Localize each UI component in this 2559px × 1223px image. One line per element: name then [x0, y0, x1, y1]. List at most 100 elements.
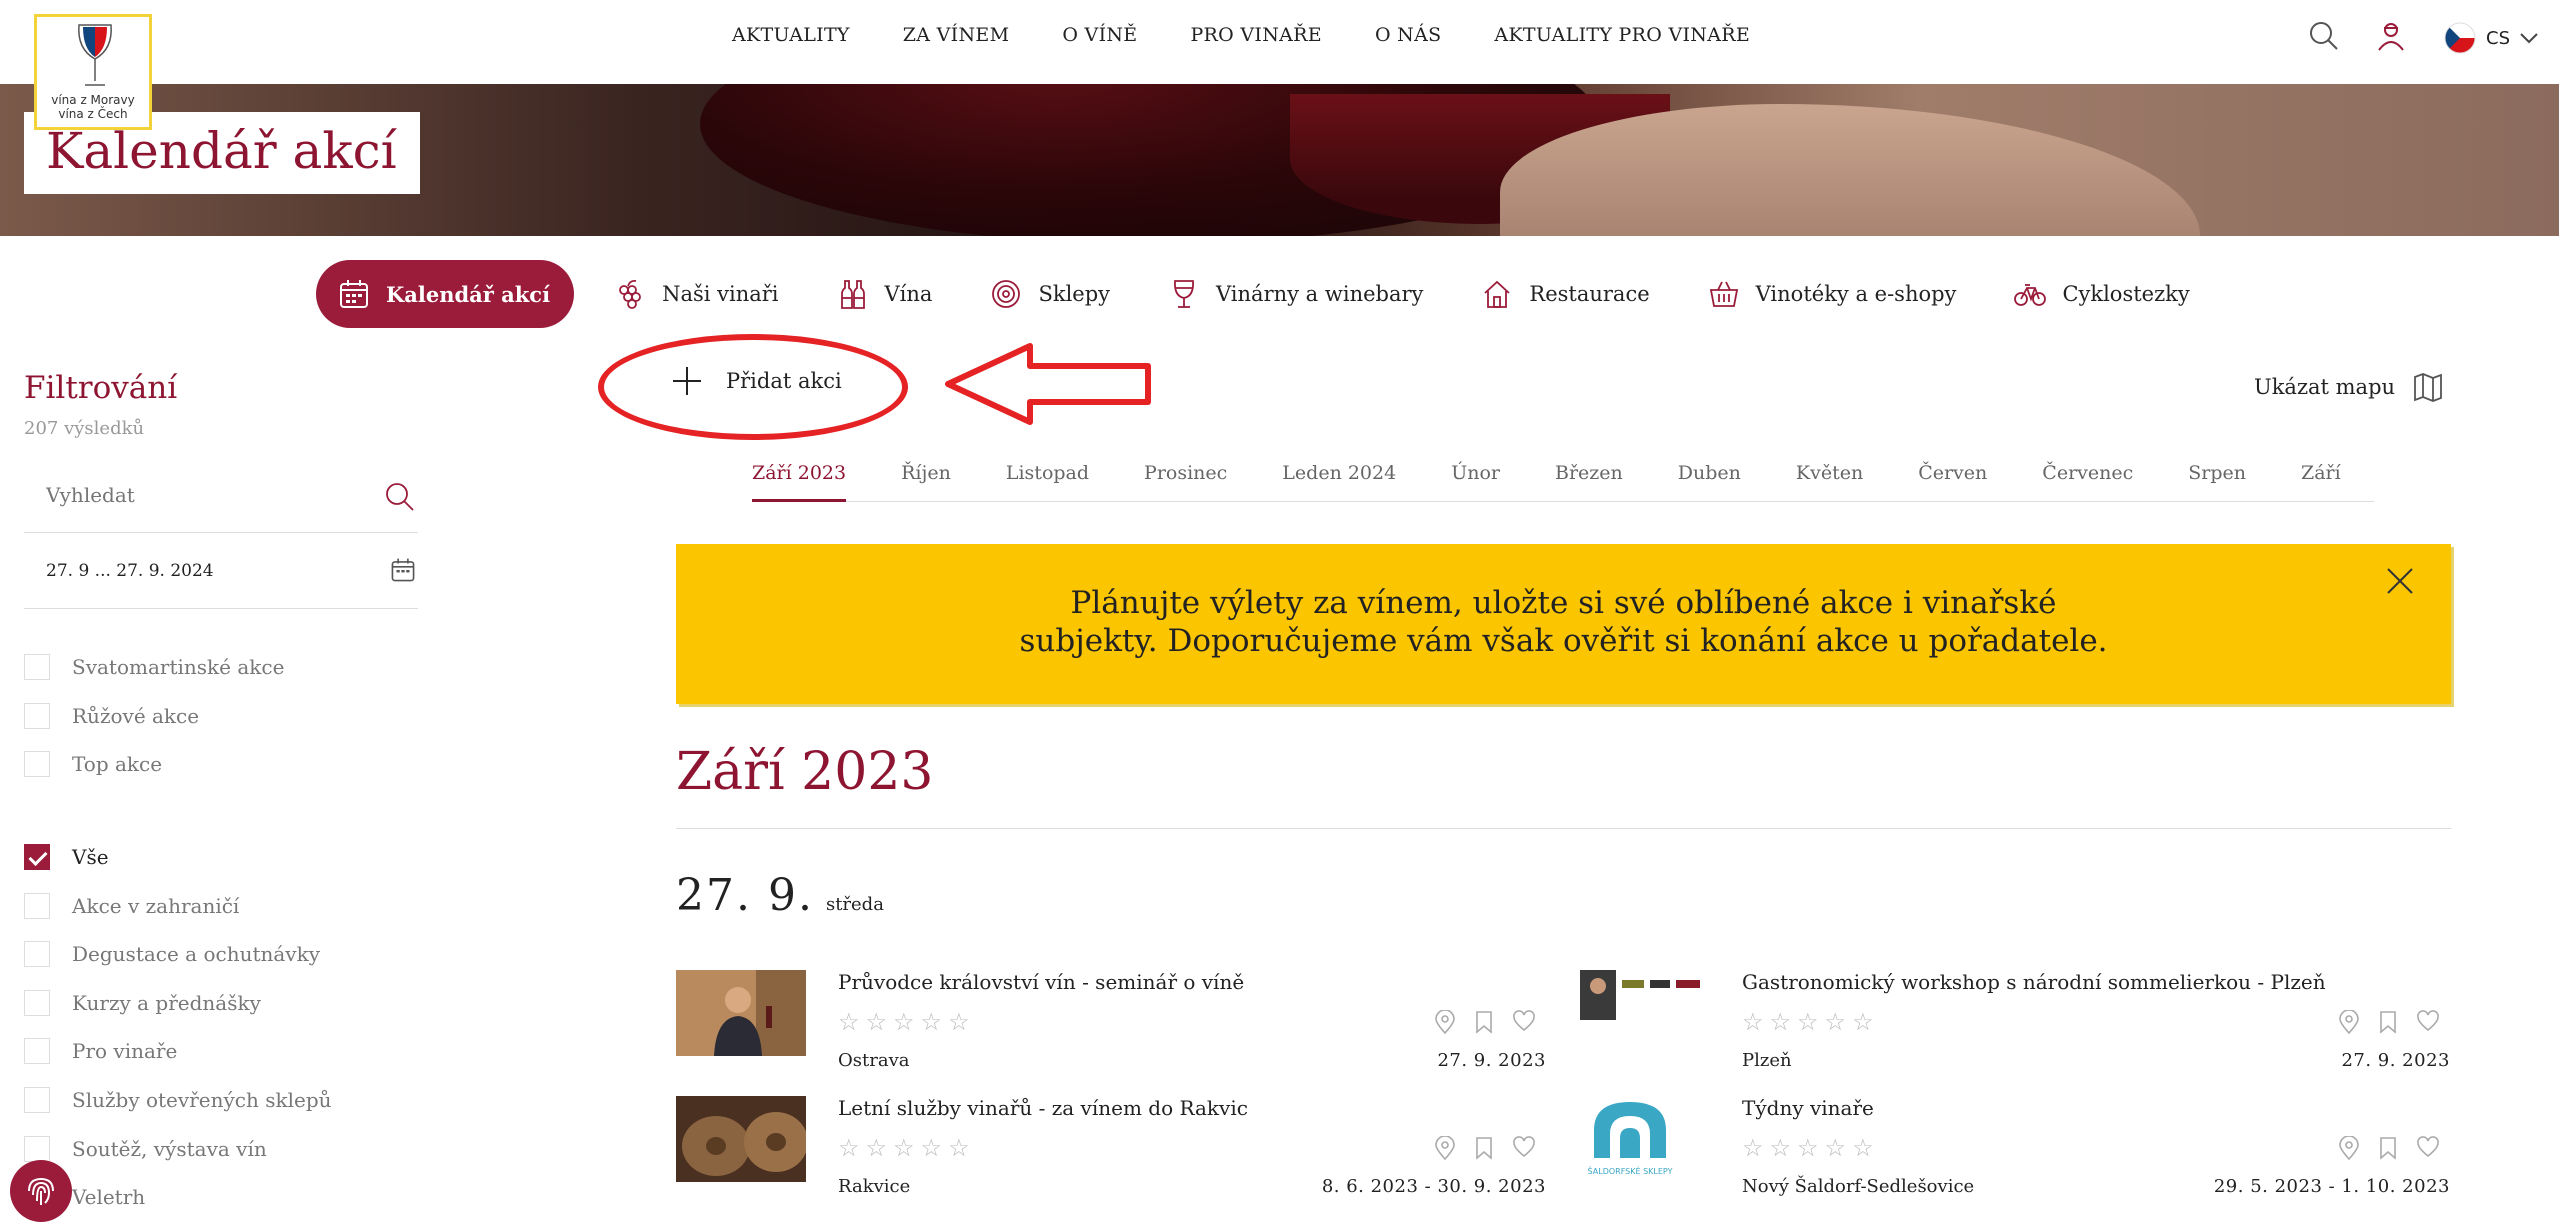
- filter-top[interactable]: Top akce: [24, 740, 418, 789]
- filter-svatomartinske[interactable]: Svatomartinské akce: [24, 643, 418, 692]
- close-icon[interactable]: [2385, 566, 2415, 596]
- event-title[interactable]: Letní služby vinařů - za vínem do Rakvic: [838, 1096, 1248, 1120]
- bookmark-icon[interactable]: [1474, 1010, 1494, 1034]
- wine-bottles-icon: [840, 280, 865, 309]
- month-tab-zari-2023[interactable]: Září 2023: [752, 452, 847, 502]
- filter-degustace[interactable]: Degustace a ochutnávky: [24, 930, 418, 979]
- month-tab-srpen[interactable]: Srpen: [2188, 452, 2246, 502]
- tab-restaurace[interactable]: Restaurace: [1481, 278, 1650, 310]
- checkbox[interactable]: [24, 1135, 50, 1162]
- event-thumbnail[interactable]: [676, 970, 806, 1056]
- saldorf-logo-text: ŠALDORFSKÉ SKLEPY: [1588, 1165, 1673, 1176]
- event-card[interactable]: Gastronomický workshop s národní sommeli…: [1580, 970, 2450, 1080]
- divider: [676, 828, 2451, 829]
- month-tab-leden-2024[interactable]: Leden 2024: [1282, 452, 1396, 502]
- tab-label: Vinotéky a e-shopy: [1755, 282, 1957, 306]
- heart-icon[interactable]: [2416, 1136, 2440, 1158]
- month-tab-zari[interactable]: Září: [2301, 452, 2341, 502]
- event-title[interactable]: Gastronomický workshop s národní sommeli…: [1742, 970, 2326, 994]
- month-tab-prosinec[interactable]: Prosinec: [1144, 452, 1227, 502]
- month-tab-kveten[interactable]: Květen: [1796, 452, 1863, 502]
- event-place: Nový Šaldorf-Sedlešovice: [1742, 1176, 1975, 1197]
- filter-veletrh[interactable]: Veletrh: [24, 1173, 418, 1222]
- search-input[interactable]: [46, 477, 346, 513]
- tab-label: Naši vinaři: [662, 282, 779, 306]
- notice-text: Plánujte výlety za vínem, uložte si své …: [1019, 585, 2108, 659]
- day-number: 27. 9.: [676, 870, 814, 921]
- tab-vinarny-a-winebary[interactable]: Vinárny a winebary: [1168, 278, 1423, 310]
- nav-aktuality[interactable]: AKTUALITY: [732, 24, 850, 46]
- checkbox[interactable]: [24, 892, 50, 919]
- month-tab-rijen[interactable]: Říjen: [901, 452, 951, 502]
- nav-za-vinem[interactable]: ZA VÍNEM: [903, 24, 1010, 46]
- month-tab-cervenec[interactable]: Červenec: [2042, 452, 2133, 502]
- tab-sklepy[interactable]: Sklepy: [990, 278, 1110, 310]
- checkbox[interactable]: [24, 654, 50, 681]
- location-pin-icon[interactable]: [1434, 1136, 1456, 1160]
- tab-kalendar-akci[interactable]: Kalendář akcí: [316, 260, 575, 328]
- event-title[interactable]: Týdny vinaře: [1742, 1096, 1874, 1120]
- filter-soutez[interactable]: Soutěž, výstava vín: [24, 1124, 418, 1173]
- month-tab-unor[interactable]: Únor: [1451, 452, 1500, 502]
- filter-pro-vinare[interactable]: Pro vinaře: [24, 1027, 418, 1076]
- nav-o-nas[interactable]: O NÁS: [1375, 24, 1441, 46]
- nav-o-vine[interactable]: O VÍNĚ: [1062, 24, 1137, 46]
- tab-cyklostezky[interactable]: Cyklostezky: [2014, 278, 2190, 310]
- checkbox[interactable]: [24, 751, 50, 778]
- checkbox[interactable]: [24, 1038, 50, 1065]
- nav-pro-vinare[interactable]: PRO VINAŘE: [1190, 24, 1321, 46]
- tab-vinoteky-a-eshopy[interactable]: Vinotéky a e-shopy: [1708, 278, 1957, 310]
- calendar-icon[interactable]: [390, 557, 416, 583]
- show-map-button[interactable]: Ukázat mapu: [2254, 372, 2443, 402]
- location-pin-icon[interactable]: [2338, 1010, 2360, 1034]
- event-thumbnail[interactable]: [676, 1096, 806, 1182]
- event-title[interactable]: Průvodce království vín - seminář o víně: [838, 970, 1244, 994]
- date-range-field[interactable]: 27. 9 ... 27. 9. 2024: [24, 533, 418, 609]
- location-pin-icon[interactable]: [2338, 1136, 2360, 1160]
- event-thumbnail[interactable]: ŠALDORFSKÉ SKLEPY: [1580, 1096, 1710, 1182]
- month-tab-listopad[interactable]: Listopad: [1006, 452, 1089, 502]
- search-icon[interactable]: [2308, 20, 2340, 56]
- event-card[interactable]: Letní služby vinařů - za vínem do Rakvic…: [676, 1096, 1546, 1206]
- checkbox[interactable]: [24, 941, 50, 968]
- rating-stars[interactable]: ☆☆☆☆☆: [1742, 1134, 1880, 1162]
- event-card[interactable]: Průvodce království vín - seminář o víně…: [676, 970, 1546, 1080]
- month-tab-brezen[interactable]: Březen: [1555, 452, 1623, 502]
- language-switcher[interactable]: CS: [2444, 22, 2538, 54]
- heart-icon[interactable]: [1512, 1136, 1536, 1158]
- tab-label: Sklepy: [1038, 282, 1111, 306]
- filter-akce-v-zahranici[interactable]: Akce v zahraničí: [24, 881, 418, 930]
- event-thumbnail[interactable]: [1580, 970, 1710, 1056]
- filter-kurzy[interactable]: Kurzy a přednášky: [24, 979, 418, 1028]
- tab-nasi-vinari[interactable]: Naši vinaři: [614, 278, 779, 310]
- rating-stars[interactable]: ☆☆☆☆☆: [838, 1134, 976, 1162]
- filter-ruzove[interactable]: Růžové akce: [24, 692, 418, 741]
- checkbox[interactable]: [24, 989, 50, 1016]
- event-card[interactable]: ŠALDORFSKÉ SKLEPY Týdny vinaře ☆☆☆☆☆ Nov…: [1580, 1096, 2450, 1206]
- cookie-settings-button[interactable]: [10, 1160, 72, 1222]
- heart-icon[interactable]: [1512, 1010, 1536, 1032]
- month-tab-duben[interactable]: Duben: [1678, 452, 1741, 502]
- nav-aktuality-pro-vinare[interactable]: AKTUALITY PRO VINAŘE: [1494, 24, 1750, 46]
- location-pin-icon[interactable]: [1434, 1010, 1456, 1034]
- filter-sluzby-sklepu[interactable]: Služby otevřených sklepů: [24, 1076, 418, 1125]
- event-date: 29. 5. 2023 - 1. 10. 2023: [2213, 1176, 2450, 1197]
- checkbox[interactable]: [24, 702, 50, 729]
- rating-stars[interactable]: ☆☆☆☆☆: [1742, 1008, 1880, 1036]
- bookmark-icon[interactable]: [2378, 1136, 2398, 1160]
- heart-icon[interactable]: [2416, 1010, 2440, 1032]
- checkbox[interactable]: [24, 1087, 50, 1114]
- checkbox[interactable]: [24, 844, 50, 871]
- search-icon[interactable]: [384, 481, 416, 513]
- rating-stars[interactable]: ☆☆☆☆☆: [838, 1008, 976, 1036]
- event-actions: [2338, 1010, 2440, 1034]
- wine-glass-logo-icon: [78, 24, 112, 86]
- site-logo[interactable]: vína z Moravy vína z Čech: [34, 14, 152, 130]
- filter-vse[interactable]: Vše: [24, 833, 418, 882]
- event-actions: [1434, 1010, 1536, 1034]
- bookmark-icon[interactable]: [1474, 1136, 1494, 1160]
- tab-vina[interactable]: Vína: [837, 278, 932, 310]
- user-icon[interactable]: [2375, 20, 2407, 56]
- bookmark-icon[interactable]: [2378, 1010, 2398, 1034]
- month-tab-cerven[interactable]: Červen: [1918, 452, 1987, 502]
